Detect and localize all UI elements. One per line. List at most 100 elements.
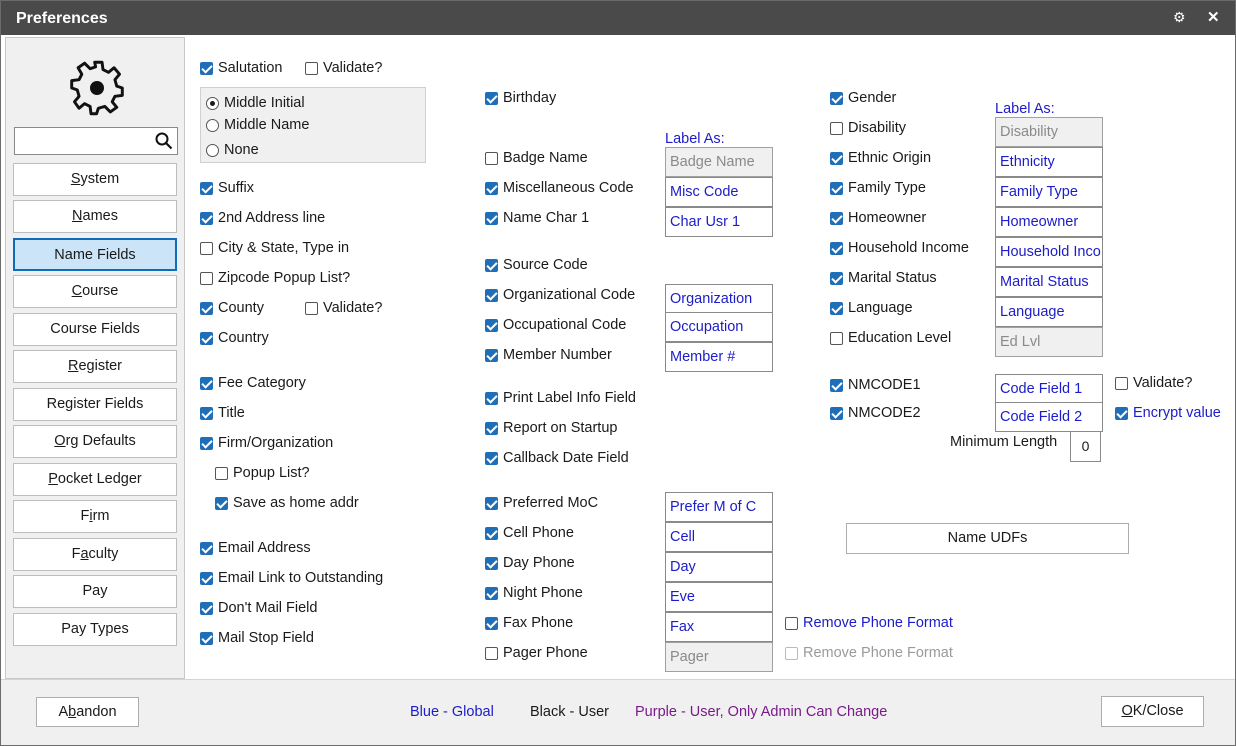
legend-purple-admin: Purple - User, Only Admin Can Change xyxy=(635,704,888,720)
education-level-checkbox[interactable]: Education Level xyxy=(830,330,951,346)
misc-code-field[interactable]: Misc Code xyxy=(665,177,773,207)
nav-register-button[interactable]: Register xyxy=(13,350,177,383)
remove-phone-format-disabled-checkbox: Remove Phone Format xyxy=(785,645,953,661)
middle-initial-radio[interactable]: Middle Initial xyxy=(206,95,305,111)
ethnic-origin-checkbox[interactable]: Ethnic Origin xyxy=(830,150,931,166)
marital-status-field[interactable]: Marital Status xyxy=(995,267,1103,297)
ok-close-button[interactable]: OK/Close xyxy=(1101,696,1204,727)
cell-phone-field[interactable]: Cell xyxy=(665,522,773,552)
fax-phone-field[interactable]: Fax xyxy=(665,612,773,642)
disability-field[interactable]: Disability xyxy=(995,117,1103,147)
household-income-checkbox[interactable]: Household Income xyxy=(830,240,969,256)
ethnic-origin-field[interactable]: Ethnicity xyxy=(995,147,1103,177)
nav-org-defaults-button[interactable]: Org Defaults xyxy=(13,425,177,458)
family-type-checkbox[interactable]: Family Type xyxy=(830,180,926,196)
nav-faculty-button[interactable]: Faculty xyxy=(13,538,177,571)
occ-code-checkbox[interactable]: Occupational Code xyxy=(485,317,626,333)
nmcode1-field[interactable]: Code Field 1 xyxy=(995,374,1103,404)
name-char1-field[interactable]: Char Usr 1 xyxy=(665,207,773,237)
save-home-checkbox[interactable]: Save as home addr xyxy=(215,495,359,511)
badge-name-field[interactable]: Badge Name xyxy=(665,147,773,177)
nav-pocket-ledger-button[interactable]: Pocket Ledger xyxy=(13,463,177,496)
night-phone-checkbox[interactable]: Night Phone xyxy=(485,585,583,601)
day-phone-checkbox[interactable]: Day Phone xyxy=(485,555,575,571)
country-checkbox[interactable]: Country xyxy=(200,330,269,346)
pager-phone-field[interactable]: Pager xyxy=(665,642,773,672)
callback-checkbox[interactable]: Callback Date Field xyxy=(485,450,629,466)
county-validate-checkbox[interactable]: Validate? xyxy=(305,300,382,316)
mail-stop-checkbox[interactable]: Mail Stop Field xyxy=(200,630,314,646)
dont-mail-checkbox[interactable]: Don't Mail Field xyxy=(200,600,317,616)
preferences-window: Preferences ⚙ ✕ System Names Name Fields… xyxy=(0,0,1236,746)
misc-code-checkbox[interactable]: Miscellaneous Code xyxy=(485,180,634,196)
email-checkbox[interactable]: Email Address xyxy=(200,540,311,556)
legend-black-user: Black - User xyxy=(530,704,609,720)
language-field[interactable]: Language xyxy=(995,297,1103,327)
nav-firm-button[interactable]: Firm xyxy=(13,500,177,533)
nav-pay-types-button[interactable]: Pay Types xyxy=(13,613,177,646)
county-checkbox[interactable]: County xyxy=(200,300,264,316)
nav-course-button[interactable]: Course xyxy=(13,275,177,308)
night-phone-field[interactable]: Eve xyxy=(665,582,773,612)
nav-register-fields-button[interactable]: Register Fields xyxy=(13,388,177,421)
disability-checkbox[interactable]: Disability xyxy=(830,120,906,136)
nav-name-fields-button[interactable]: Name Fields xyxy=(13,238,177,271)
badge-name-checkbox[interactable]: Badge Name xyxy=(485,150,588,166)
source-code-checkbox[interactable]: Source Code xyxy=(485,257,588,273)
member-number-field[interactable]: Member # xyxy=(665,342,773,372)
preferred-moc-field[interactable]: Prefer M of C xyxy=(665,492,773,522)
nav-pay-button[interactable]: Pay xyxy=(13,575,177,608)
city-state-checkbox[interactable]: City & State, Type in xyxy=(200,240,349,256)
popup-list-checkbox[interactable]: Popup List? xyxy=(215,465,310,481)
search-input[interactable] xyxy=(14,127,178,155)
address2-checkbox[interactable]: 2nd Address line xyxy=(200,210,325,226)
nmcode2-field[interactable]: Code Field 2 xyxy=(995,402,1103,432)
report-startup-checkbox[interactable]: Report on Startup xyxy=(485,420,617,436)
settings-gear-icon[interactable]: ⚙ xyxy=(1173,9,1186,26)
encrypt-value-checkbox[interactable]: Encrypt value xyxy=(1115,405,1221,421)
firm-checkbox[interactable]: Firm/Organization xyxy=(200,435,333,451)
abandon-button[interactable]: Abandon xyxy=(36,697,139,727)
nmcode2-checkbox[interactable]: NMCODE2 xyxy=(830,405,921,421)
zipcode-checkbox[interactable]: Zipcode Popup List? xyxy=(200,270,350,286)
nmcode-validate-checkbox[interactable]: Validate? xyxy=(1115,375,1192,391)
preferred-moc-checkbox[interactable]: Preferred MoC xyxy=(485,495,598,511)
fee-category-checkbox[interactable]: Fee Category xyxy=(200,375,306,391)
name-udfs-button[interactable]: Name UDFs xyxy=(846,523,1129,554)
middle-name-radio[interactable]: Middle Name xyxy=(206,117,309,133)
day-phone-field[interactable]: Day xyxy=(665,552,773,582)
language-checkbox[interactable]: Language xyxy=(830,300,913,316)
title-checkbox[interactable]: Title xyxy=(200,405,245,421)
nav-system-button[interactable]: System xyxy=(13,163,177,196)
name-char1-checkbox[interactable]: Name Char 1 xyxy=(485,210,589,226)
cell-phone-checkbox[interactable]: Cell Phone xyxy=(485,525,574,541)
close-icon[interactable]: ✕ xyxy=(1207,8,1220,26)
org-code-checkbox[interactable]: Organizational Code xyxy=(485,287,635,303)
marital-status-checkbox[interactable]: Marital Status xyxy=(830,270,937,286)
household-income-field[interactable]: Household Inco xyxy=(995,237,1103,267)
homeowner-checkbox[interactable]: Homeowner xyxy=(830,210,926,226)
none-radio[interactable]: None xyxy=(206,142,259,158)
nmcode1-checkbox[interactable]: NMCODE1 xyxy=(830,377,921,393)
suffix-checkbox[interactable]: Suffix xyxy=(200,180,254,196)
window-title: Preferences xyxy=(16,10,108,27)
homeowner-field[interactable]: Homeowner xyxy=(995,207,1103,237)
birthday-checkbox[interactable]: Birthday xyxy=(485,90,556,106)
family-type-field[interactable]: Family Type xyxy=(995,177,1103,207)
nav-names-button[interactable]: Names xyxy=(13,200,177,233)
education-level-field[interactable]: Ed Lvl xyxy=(995,327,1103,357)
email-link-checkbox[interactable]: Email Link to Outstanding xyxy=(200,570,383,586)
occ-code-field[interactable]: Occupation xyxy=(665,312,773,342)
fax-phone-checkbox[interactable]: Fax Phone xyxy=(485,615,573,631)
pager-phone-checkbox[interactable]: Pager Phone xyxy=(485,645,588,661)
label-as-heading-2: Label As: xyxy=(995,101,1055,117)
member-number-checkbox[interactable]: Member Number xyxy=(485,347,612,363)
salutation-checkbox[interactable]: Salutation xyxy=(200,60,283,76)
print-label-checkbox[interactable]: Print Label Info Field xyxy=(485,390,636,406)
salutation-validate-checkbox[interactable]: Validate? xyxy=(305,60,382,76)
gender-checkbox[interactable]: Gender xyxy=(830,90,896,106)
minimum-length-input[interactable]: 0 xyxy=(1070,431,1101,462)
org-code-field[interactable]: Organization xyxy=(665,284,773,314)
remove-phone-format-checkbox[interactable]: Remove Phone Format xyxy=(785,615,953,631)
nav-course-fields-button[interactable]: Course Fields xyxy=(13,313,177,346)
